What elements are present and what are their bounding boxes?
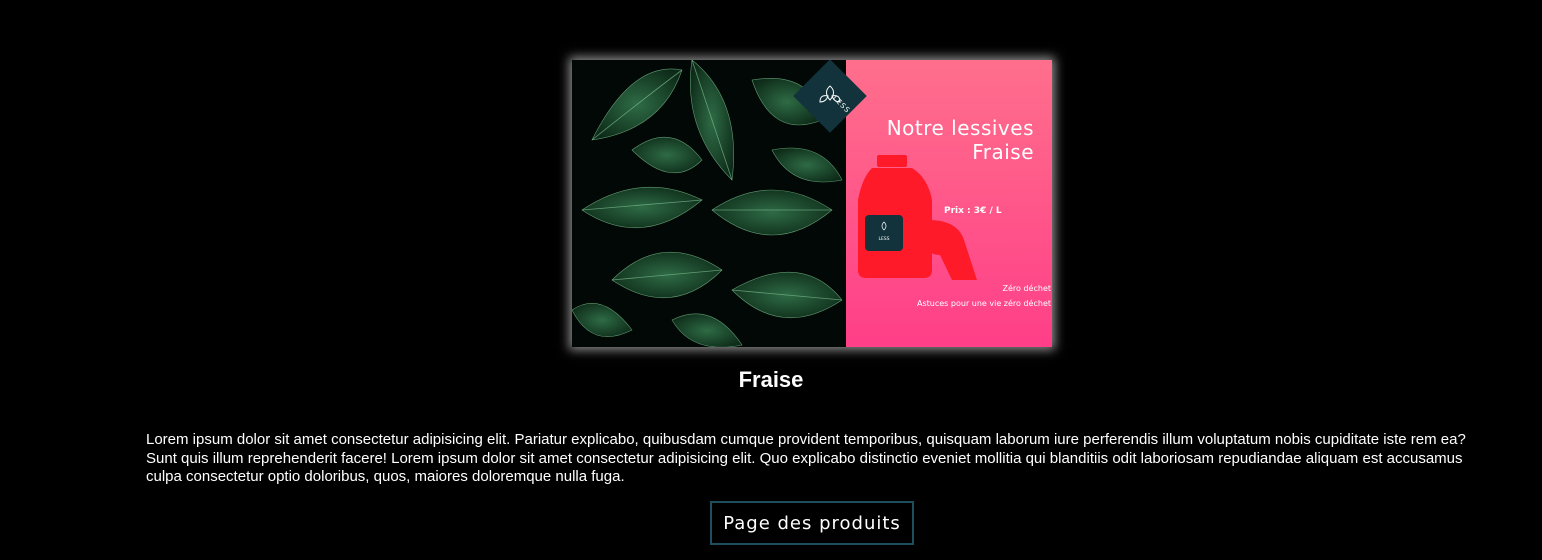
price-text: Prix : 3€ / L [944, 206, 1002, 216]
product-title: Fraise [738, 367, 804, 392]
tagline-astuces: Astuces pour une vie zéro déchet [917, 298, 1051, 308]
banner-headline-2: Fraise [972, 140, 1034, 164]
banner-headline-1: Notre lessives [887, 116, 1034, 140]
products-page-button[interactable]: Page des produits [710, 501, 914, 545]
product-banner-image: LESS Notre lessives Fraise LESS Prix : 3… [572, 60, 1052, 347]
tagline-zero-dechet: Zéro déchet [1003, 283, 1051, 293]
product-description: Lorem ipsum dolor sit amet consectetur a… [146, 431, 1466, 485]
bottle-logo-text: LESS [878, 236, 889, 242]
